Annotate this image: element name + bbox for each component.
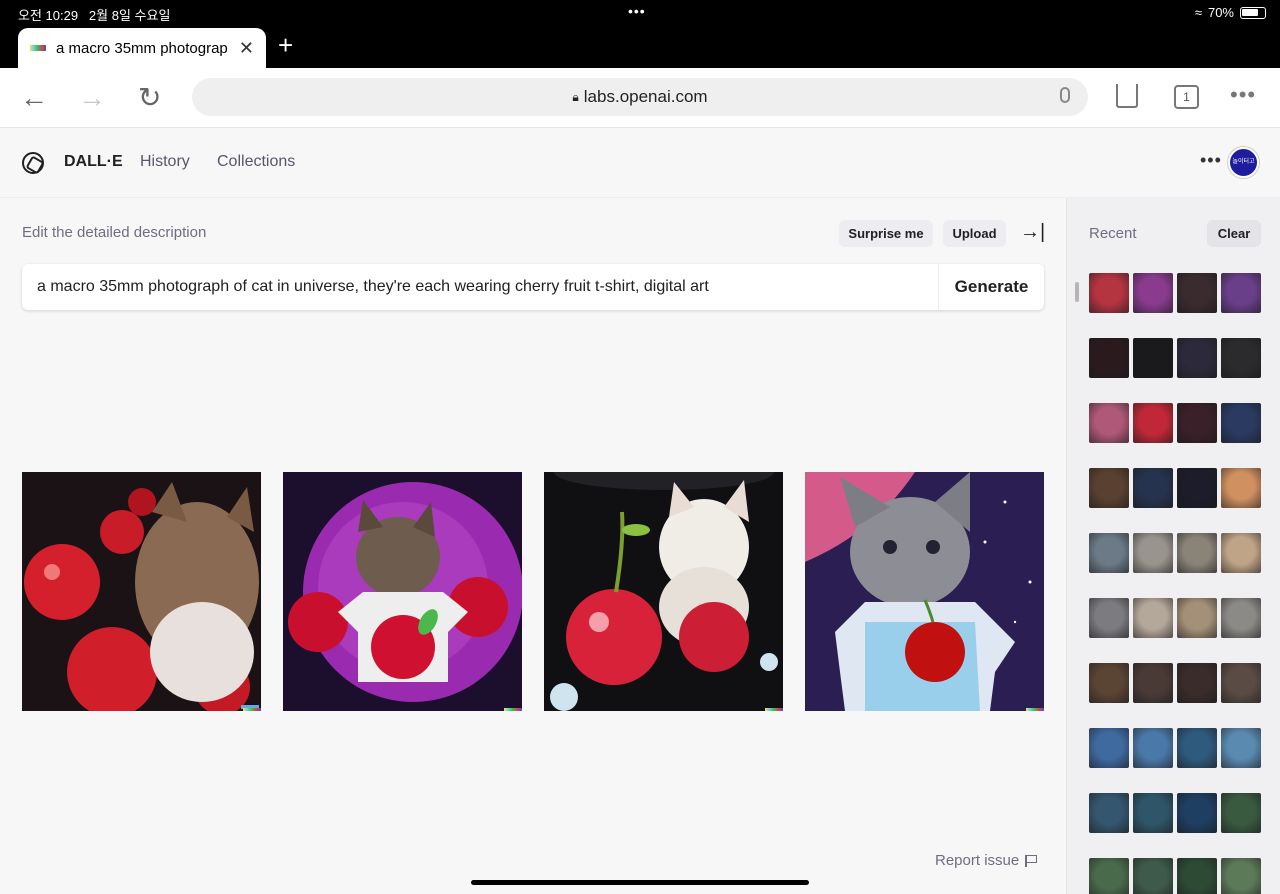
- battery-icon: [1240, 6, 1266, 19]
- recent-thumbnail[interactable]: [1221, 793, 1261, 833]
- recent-thumbnail[interactable]: [1177, 793, 1217, 833]
- dalle-favicon-icon: [30, 45, 46, 51]
- recent-thumbnail[interactable]: [1221, 468, 1261, 508]
- recent-thumbnail[interactable]: [1221, 403, 1261, 443]
- result-image-3[interactable]: [544, 472, 783, 711]
- prompt-input[interactable]: [22, 264, 938, 310]
- surprise-me-button[interactable]: Surprise me: [839, 220, 933, 247]
- clear-button[interactable]: Clear: [1207, 220, 1261, 247]
- lock-icon: 🔒︎: [572, 89, 579, 104]
- dalle-signature-icon: [504, 708, 522, 711]
- recent-thumbnail[interactable]: [1089, 468, 1129, 508]
- tab-title: a macro 35mm photograp: [56, 39, 228, 57]
- back-arrow-icon[interactable]: ←: [20, 82, 48, 114]
- browser-tab[interactable]: a macro 35mm photograp ✕: [18, 28, 266, 68]
- report-issue-link[interactable]: Report issue: [935, 852, 1038, 869]
- recent-thumbnail[interactable]: [1177, 403, 1217, 443]
- more-options-icon[interactable]: •••: [1230, 82, 1256, 108]
- grey-cat-space-image: [805, 472, 1044, 711]
- recent-thumbnail[interactable]: [1133, 858, 1173, 894]
- recent-thumbnail[interactable]: [1133, 273, 1173, 313]
- recent-thumbnail[interactable]: [1089, 858, 1129, 894]
- dalle-signature-icon: [1026, 708, 1044, 711]
- close-tab-icon[interactable]: ✕: [239, 38, 254, 59]
- recent-thumbnail[interactable]: [1133, 793, 1173, 833]
- prompt-box: Generate: [22, 264, 1044, 310]
- recent-thumbnail[interactable]: [1221, 338, 1261, 378]
- recent-thumbnail[interactable]: [1177, 338, 1217, 378]
- recent-thumbnail[interactable]: [1133, 533, 1173, 573]
- new-tab-icon[interactable]: +: [278, 30, 293, 61]
- result-image-1[interactable]: [22, 472, 261, 711]
- recent-thumbnail[interactable]: [1177, 468, 1217, 508]
- dalle-signature-icon: [243, 708, 261, 711]
- collapse-sidebar-icon[interactable]: →|: [1020, 221, 1045, 244]
- recent-thumbnail[interactable]: [1089, 728, 1129, 768]
- status-right: ≈ 70%: [1195, 5, 1266, 20]
- recent-thumbnail[interactable]: [1177, 663, 1217, 703]
- white-cat-cherries-image: [544, 472, 783, 711]
- sidebar-scrollbar[interactable]: [1075, 282, 1079, 302]
- microphone-icon[interactable]: [1060, 87, 1070, 103]
- account-menu-icon[interactable]: •••: [1200, 150, 1222, 171]
- dalle-signature-icon: [765, 708, 783, 711]
- recent-thumbnail[interactable]: [1089, 338, 1129, 378]
- browser-toolbar: ← → ↻ 🔒︎ labs.openai.com 1 •••: [0, 68, 1280, 128]
- recent-thumbnail[interactable]: [1133, 403, 1173, 443]
- status-time: 오전 10:29 2월 8일 수요일: [18, 8, 171, 23]
- recent-thumbnail[interactable]: [1177, 728, 1217, 768]
- recent-thumbnail[interactable]: [1221, 273, 1261, 313]
- recent-thumbnail[interactable]: [1177, 533, 1217, 573]
- tab-strip: a macro 35mm photograp ✕ +: [0, 26, 1280, 68]
- recent-thumbnail[interactable]: [1133, 338, 1173, 378]
- result-image-2[interactable]: [283, 472, 522, 711]
- app-header: DALL·E History Collections ••• 놀이터고객: [0, 128, 1280, 198]
- edit-description-label: Edit the detailed description: [22, 224, 207, 241]
- battery-percent: 70%: [1207, 5, 1234, 20]
- nav-history[interactable]: History: [140, 153, 190, 171]
- recent-sidebar: Recent Clear: [1066, 198, 1280, 894]
- cat-cherries-image: [22, 472, 261, 711]
- recent-thumbnail[interactable]: [1221, 533, 1261, 573]
- recent-thumbnail[interactable]: [1089, 793, 1129, 833]
- recent-thumbnail[interactable]: [1133, 598, 1173, 638]
- address-bar[interactable]: 🔒︎ labs.openai.com: [192, 78, 1088, 116]
- share-icon[interactable]: [1116, 84, 1138, 108]
- recent-thumbnails: [1089, 273, 1261, 894]
- recent-thumbnail[interactable]: [1177, 858, 1217, 894]
- upload-button[interactable]: Upload: [943, 220, 1006, 247]
- recent-thumbnail[interactable]: [1177, 598, 1217, 638]
- nav-dalle[interactable]: DALL·E: [64, 153, 123, 171]
- recent-thumbnail[interactable]: [1089, 663, 1129, 703]
- multitask-dots-icon[interactable]: •••: [628, 3, 646, 19]
- home-indicator[interactable]: [471, 880, 809, 885]
- forward-arrow-icon[interactable]: →: [78, 82, 106, 114]
- recent-thumbnail[interactable]: [1089, 403, 1129, 443]
- recent-thumbnail[interactable]: [1089, 533, 1129, 573]
- url-text: labs.openai.com: [583, 87, 708, 106]
- recent-thumbnail[interactable]: [1133, 663, 1173, 703]
- recent-thumbnail[interactable]: [1133, 468, 1173, 508]
- recent-thumbnail[interactable]: [1177, 273, 1217, 313]
- nav-collections[interactable]: Collections: [217, 153, 295, 171]
- recent-thumbnail[interactable]: [1089, 273, 1129, 313]
- recent-thumbnail[interactable]: [1221, 598, 1261, 638]
- openai-logo-icon[interactable]: [22, 152, 44, 174]
- recent-thumbnail[interactable]: [1221, 663, 1261, 703]
- flag-icon: [1025, 855, 1038, 867]
- recent-title: Recent: [1089, 225, 1137, 242]
- recent-thumbnail[interactable]: [1089, 598, 1129, 638]
- cat-tshirt-galaxy-image: [283, 472, 522, 711]
- recent-thumbnail[interactable]: [1133, 728, 1173, 768]
- reload-icon[interactable]: ↻: [138, 82, 161, 114]
- recent-thumbnail[interactable]: [1221, 728, 1261, 768]
- status-bar: 오전 10:29 2월 8일 수요일 ••• ≈ 70%: [0, 0, 1280, 26]
- result-image-4[interactable]: [805, 472, 1044, 711]
- avatar[interactable]: 놀이터고객: [1228, 147, 1259, 178]
- recent-thumbnail[interactable]: [1221, 858, 1261, 894]
- wifi-icon: ≈: [1194, 5, 1202, 20]
- tab-overview-button[interactable]: 1: [1174, 85, 1199, 109]
- generate-button[interactable]: Generate: [938, 264, 1044, 310]
